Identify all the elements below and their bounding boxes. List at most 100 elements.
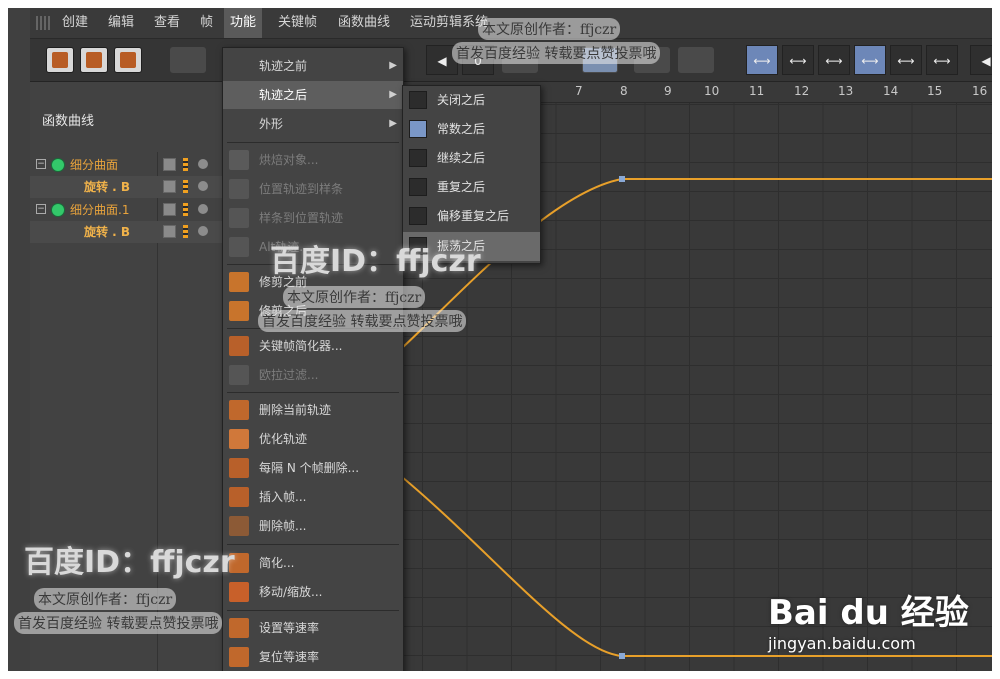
solo-icon[interactable] bbox=[198, 159, 208, 169]
menu-item-track-to-spline[interactable]: 位置轨迹到样条 bbox=[223, 175, 403, 203]
track-mode-icon[interactable] bbox=[163, 158, 176, 171]
solo-icon[interactable] bbox=[198, 181, 208, 191]
delete-n-icon bbox=[229, 458, 249, 478]
menu-item-label: 烘焙对象... bbox=[259, 153, 319, 167]
fcurve-tool-button[interactable] bbox=[80, 47, 108, 73]
submenu-arrow-icon: ▶ bbox=[389, 89, 397, 100]
track-bar-icon[interactable] bbox=[183, 180, 188, 193]
menu-item-continue-after[interactable]: 继续之后 bbox=[403, 144, 540, 173]
continue-curve-icon bbox=[409, 149, 427, 167]
track-mode-icon[interactable] bbox=[163, 225, 176, 238]
insert-frames-icon bbox=[229, 487, 249, 507]
left-edge-strip bbox=[8, 8, 31, 671]
key-left-button[interactable]: ◀ bbox=[426, 45, 458, 75]
track-bar-icon[interactable] bbox=[183, 203, 188, 216]
tangent-break-button[interactable]: ⟷ bbox=[782, 45, 814, 75]
track-bar-icon[interactable] bbox=[183, 158, 188, 171]
track-mode-icon[interactable] bbox=[163, 180, 176, 193]
key-point-upper[interactable] bbox=[619, 176, 625, 182]
object-panel: 函数曲线 − 细分曲面 旋转 . B − 细分曲面.1 旋转 . B bbox=[30, 82, 226, 671]
menu-item-insert-frames[interactable]: 插入帧... bbox=[223, 483, 403, 511]
menu-bar: 创建 编辑 查看 帧 功能 关键帧 函数曲线 运动剪辑系统 bbox=[30, 8, 992, 39]
timeline-tick: 12 bbox=[794, 84, 810, 98]
menu-item-off-after[interactable]: 关闭之后 bbox=[403, 86, 540, 115]
menu-item-label: 关闭之后 bbox=[437, 93, 486, 107]
menu-function[interactable]: 功能 bbox=[224, 8, 263, 38]
collapse-icon[interactable]: − bbox=[36, 159, 46, 169]
tangent-auto-button[interactable]: ⟷ bbox=[746, 45, 778, 75]
solo-icon[interactable] bbox=[198, 204, 208, 214]
menu-item-label: Alt轨迹... bbox=[259, 240, 311, 254]
menu-item-alt-track[interactable]: Alt轨迹... bbox=[223, 233, 403, 261]
menu-item-simplify[interactable]: 简化... bbox=[223, 549, 403, 577]
submenu-arrow-icon: ▶ bbox=[389, 118, 397, 129]
menu-item-delete-frames[interactable]: 删除帧... bbox=[223, 512, 403, 540]
menu-item-label: 常数之后 bbox=[437, 122, 486, 136]
menu-view[interactable]: 查看 bbox=[148, 8, 186, 38]
timeline-tick: 11 bbox=[749, 84, 765, 98]
menu-item-label: 优化轨迹 bbox=[259, 432, 308, 446]
tangent-lock-button[interactable]: ⟷ bbox=[818, 45, 850, 75]
menu-item-label: 修剪之后 bbox=[259, 304, 308, 318]
menu-item-before-track[interactable]: 轨迹之前 ▶ bbox=[223, 52, 403, 80]
key-point-lower[interactable] bbox=[619, 653, 625, 659]
key-right-button[interactable]: ◀ bbox=[970, 45, 992, 75]
tangent-flat-button[interactable]: ⟷ bbox=[926, 45, 958, 75]
menu-item-move-scale[interactable]: 移动/缩放... bbox=[223, 578, 403, 606]
interp-step-button[interactable] bbox=[582, 47, 618, 73]
menu-item-after-track[interactable]: 轨迹之后 ▶ bbox=[223, 81, 403, 109]
key-reducer-icon bbox=[229, 336, 249, 356]
menu-item-offset-repeat-after[interactable]: 偏移重复之后 bbox=[403, 202, 540, 231]
menu-item-constant-after[interactable]: 常数之后 bbox=[403, 115, 540, 144]
menu-keyframe[interactable]: 关键帧 bbox=[272, 8, 323, 38]
solo-icon[interactable] bbox=[198, 226, 208, 236]
tree-row[interactable]: 旋转 . B bbox=[30, 176, 225, 198]
tangent-zero-button[interactable]: ⟷ bbox=[890, 45, 922, 75]
frame-counter[interactable]: 0 bbox=[462, 45, 494, 75]
menu-item-bake-object[interactable]: 烘焙对象... bbox=[223, 146, 403, 174]
menu-item-trim-after[interactable]: 修剪之后 bbox=[223, 297, 403, 325]
move-scale-icon bbox=[229, 582, 249, 602]
menu-item-reset-velocity[interactable]: 复位等速率 bbox=[223, 643, 403, 671]
set-velocity-icon bbox=[229, 618, 249, 638]
tree-row[interactable]: 旋转 . B bbox=[30, 221, 225, 243]
menu-item-euler-filter[interactable]: 欧拉过滤... bbox=[223, 361, 403, 389]
interp-ease-button[interactable] bbox=[678, 47, 714, 73]
menu-item-delete-every-n[interactable]: 每隔 N 个帧删除... bbox=[223, 454, 403, 482]
track-bar-icon[interactable] bbox=[183, 225, 188, 238]
spline-track-icon bbox=[229, 208, 249, 228]
menu-fcurve[interactable]: 函数曲线 bbox=[332, 8, 396, 38]
menu-motion-clip[interactable]: 运动剪辑系统 bbox=[404, 8, 494, 38]
collapse-icon[interactable]: − bbox=[36, 204, 46, 214]
menu-create[interactable]: 创建 bbox=[56, 8, 94, 38]
key-tool-button[interactable] bbox=[46, 47, 74, 73]
menu-item-optimize-track[interactable]: 优化轨迹 bbox=[223, 425, 403, 453]
menu-item-delete-track[interactable]: 删除当前轨迹 bbox=[223, 396, 403, 424]
menu-item-label: 重复之后 bbox=[437, 180, 486, 194]
menu-item-key-reducer[interactable]: 关键帧简化器... bbox=[223, 332, 403, 360]
menu-edit[interactable]: 编辑 bbox=[102, 8, 140, 38]
motion-tool-button[interactable] bbox=[114, 47, 142, 73]
timeline-tick: 8 bbox=[620, 84, 628, 98]
interp-spline-button[interactable] bbox=[634, 47, 670, 73]
menu-item-oscillate-after[interactable]: 振荡之后 bbox=[403, 232, 540, 261]
menu-item-repeat-after[interactable]: 重复之后 bbox=[403, 173, 540, 202]
scissors-icon bbox=[229, 301, 249, 321]
tree-row[interactable]: − 细分曲面.1 bbox=[30, 199, 225, 221]
subdivision-object-icon bbox=[52, 204, 64, 216]
after-track-submenu: 关闭之后 常数之后 继续之后 重复之后 偏移重复之后 振荡之后 bbox=[402, 85, 541, 264]
track-mode-icon[interactable] bbox=[163, 203, 176, 216]
menu-frame[interactable]: 帧 bbox=[194, 8, 219, 38]
interp-linear-button[interactable] bbox=[502, 47, 538, 73]
tangent-clamp-button[interactable]: ⟷ bbox=[854, 45, 886, 75]
menu-item-label: 外形 bbox=[259, 117, 284, 131]
tree-row[interactable]: − 细分曲面 bbox=[30, 154, 225, 176]
menu-item-trim-before[interactable]: 修剪之前 bbox=[223, 268, 403, 296]
repeat-curve-icon bbox=[409, 178, 427, 196]
menu-item-spline-to-track[interactable]: 样条到位置轨迹 bbox=[223, 204, 403, 232]
curve-mode-button[interactable] bbox=[170, 47, 206, 73]
menu-item-set-velocity[interactable]: 设置等速率 bbox=[223, 614, 403, 642]
baidu-logo: Bai du 经验 bbox=[768, 593, 969, 633]
menu-item-shape[interactable]: 外形 ▶ bbox=[223, 110, 403, 138]
menu-grip-icon[interactable] bbox=[36, 16, 50, 30]
